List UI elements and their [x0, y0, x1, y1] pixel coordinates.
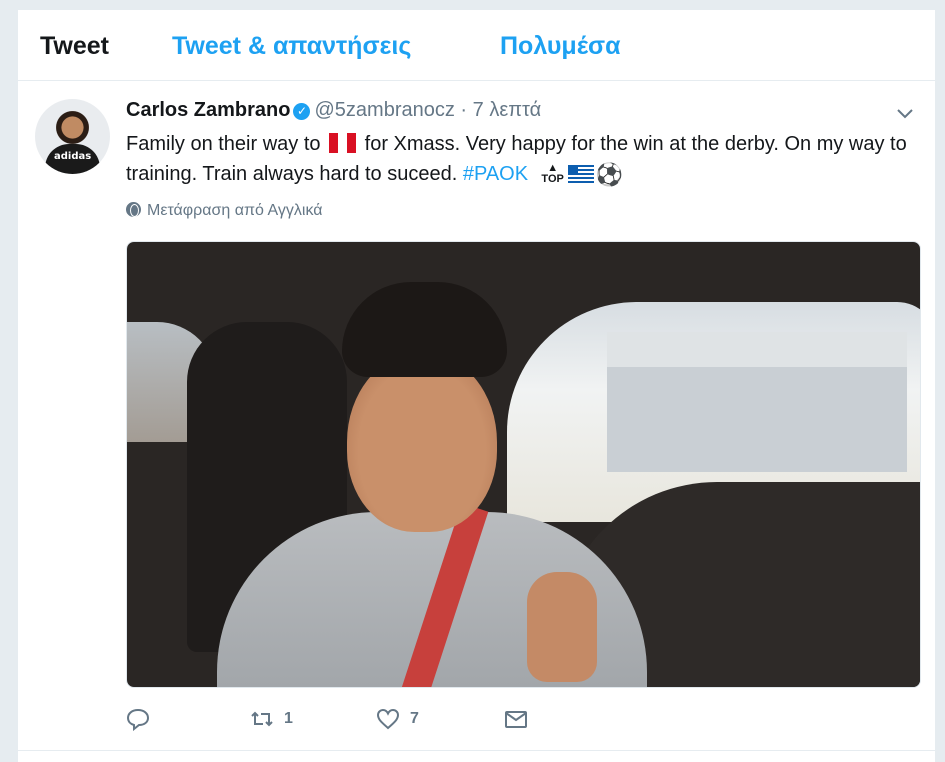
- author-handle[interactable]: @5zambranocz: [314, 99, 454, 121]
- avatar-logo-text: adidas: [54, 151, 92, 162]
- tweet-card: Tweet Tweet & απαντήσεις Πολυμέσα adidas…: [18, 10, 935, 762]
- reply-icon: [126, 708, 150, 731]
- tweet-time[interactable]: 7 λεπτά: [473, 99, 542, 121]
- like-button[interactable]: 7: [376, 707, 419, 731]
- verified-badge-icon: ✓: [293, 103, 311, 120]
- tweet-header: Carlos Zambrano ✓ @5zambranocz · 7 λεπτά: [126, 99, 541, 122]
- tweet-text-part1: Family on their way to: [126, 133, 321, 155]
- tweet-photo[interactable]: [126, 241, 921, 688]
- retweet-icon: [251, 711, 273, 727]
- soccer-ball-icon: ⚽: [595, 162, 624, 187]
- translate-label: Μετάφραση από Αγγλικά: [147, 202, 323, 219]
- top-label: TOP: [541, 173, 564, 185]
- tweet-actions: 1 7: [126, 707, 626, 737]
- photo-thumbs-up: [527, 572, 597, 682]
- reply-button[interactable]: [126, 707, 160, 731]
- photo-hair: [342, 282, 507, 377]
- tab-tweets-and-replies[interactable]: Tweet & απαντήσεις: [172, 32, 411, 61]
- flag-greece-icon: [567, 165, 594, 183]
- direct-message-icon: [505, 711, 527, 728]
- like-count: 7: [410, 710, 419, 727]
- chevron-down-icon[interactable]: [895, 103, 915, 123]
- globe-icon: [126, 202, 141, 217]
- separator: ·: [460, 99, 468, 121]
- photo-building: [607, 332, 907, 472]
- photo-face: [347, 352, 497, 532]
- tab-tweets[interactable]: Tweet: [40, 32, 109, 61]
- flag-peru-icon: [329, 133, 357, 153]
- top-arrow-icon: ▲ TOP: [541, 162, 564, 185]
- tweet-text: Family on their way to for Xmass. Very h…: [126, 129, 916, 190]
- like-icon: [376, 708, 400, 730]
- author-name[interactable]: Carlos Zambrano: [126, 99, 290, 121]
- avatar[interactable]: adidas: [35, 99, 110, 174]
- profile-tabs: Tweet Tweet & απαντήσεις Πολυμέσα: [18, 10, 935, 81]
- translate-link[interactable]: Μετάφραση από Αγγλικά: [126, 202, 323, 220]
- hashtag-link[interactable]: #PAOK: [463, 163, 528, 185]
- retweet-button[interactable]: 1: [250, 707, 293, 731]
- divider: [18, 750, 935, 751]
- tab-media[interactable]: Πολυμέσα: [500, 32, 620, 61]
- direct-message-button[interactable]: [504, 707, 528, 731]
- retweet-count: 1: [284, 710, 293, 727]
